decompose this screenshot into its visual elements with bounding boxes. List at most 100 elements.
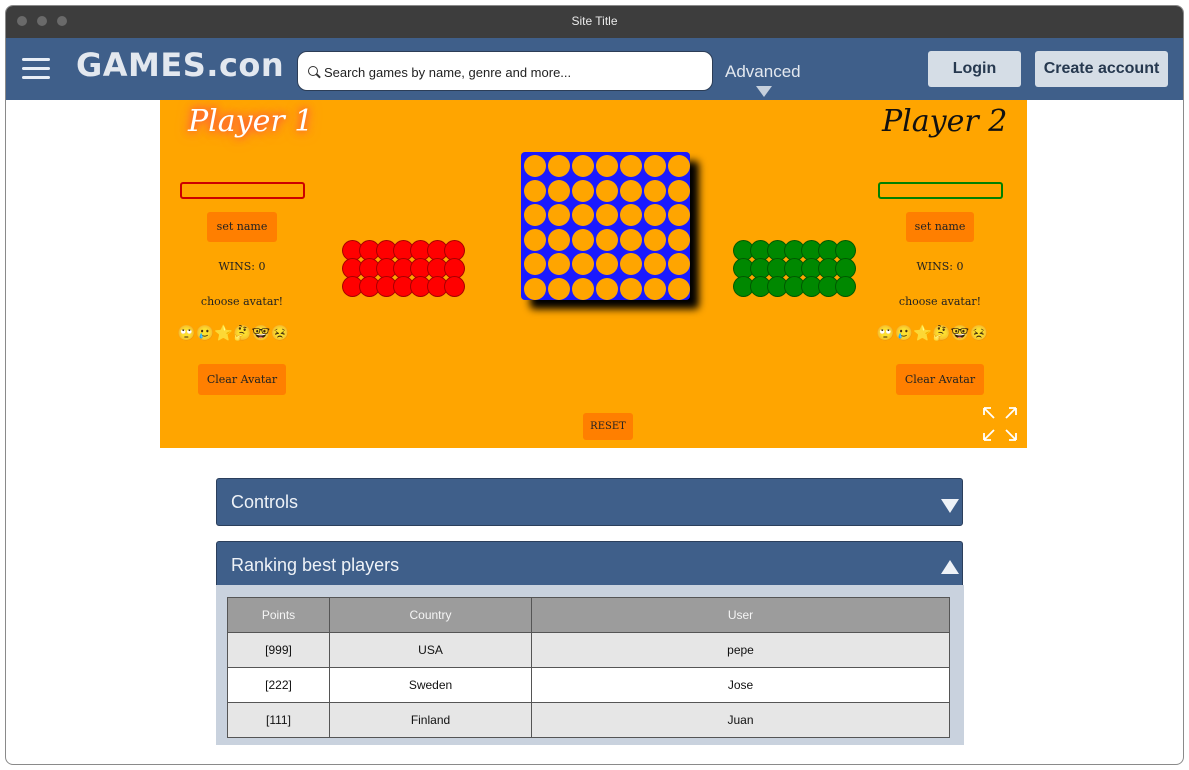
board-slot[interactable] (596, 204, 618, 227)
board-slot[interactable] (620, 278, 642, 300)
board-slot[interactable] (548, 253, 570, 276)
board-slot[interactable] (644, 228, 666, 251)
board-slot[interactable] (524, 253, 546, 276)
board-slot[interactable] (668, 253, 690, 276)
avatar-persevere-icon[interactable]: 😣 (270, 325, 289, 342)
board-slot[interactable] (572, 278, 594, 300)
site-logo[interactable]: GAMES.con (76, 46, 284, 84)
login-button[interactable]: Login (928, 51, 1021, 87)
search-input[interactable] (322, 52, 706, 92)
board-slot[interactable] (620, 179, 642, 202)
board-slot[interactable] (668, 204, 690, 227)
points-cell: [111] (227, 702, 330, 738)
create-account-button[interactable]: Create account (1035, 51, 1168, 87)
board-slot[interactable] (644, 179, 666, 202)
board-slot[interactable] (620, 253, 642, 276)
player1-chip-pile[interactable] (342, 240, 467, 297)
column-header-user[interactable]: User (531, 597, 950, 633)
table-row: [222] Sweden Jose (227, 667, 950, 703)
board-slot[interactable] (620, 155, 642, 177)
board-slot[interactable] (548, 179, 570, 202)
reset-button[interactable]: RESET (583, 413, 633, 440)
board-slot[interactable] (620, 204, 642, 227)
player1-avatar-options: 🙄🥲⭐🤔🤓😣 (177, 324, 289, 342)
table-row: [111] Finland Juan (227, 702, 950, 738)
board-slot[interactable] (668, 155, 690, 177)
points-cell: [999] (227, 632, 330, 668)
avatar-eyeroll-icon[interactable]: 🙄 (876, 325, 895, 342)
avatar-nerd-icon[interactable]: 🤓 (951, 325, 970, 342)
avatar-tear-smile-icon[interactable]: 🥲 (196, 325, 215, 342)
user-cell: pepe (531, 632, 950, 668)
user-cell: Juan (531, 702, 950, 738)
board-slot[interactable] (548, 228, 570, 251)
board-slot[interactable] (548, 155, 570, 177)
board-slot[interactable] (620, 228, 642, 251)
avatar-persevere-icon[interactable]: 😣 (969, 325, 988, 342)
board-slot[interactable] (668, 179, 690, 202)
collapse-chevron-up-icon[interactable] (941, 560, 959, 574)
ranking-panel-body: Points Country User [999] USA pepe [222]… (216, 585, 964, 745)
country-cell: USA (329, 632, 532, 668)
avatar-star-icon[interactable]: ⭐ (913, 325, 932, 342)
player2-chip-pile[interactable] (733, 240, 858, 297)
browser-window: Site Title GAMES.con Advanced Login Crea… (5, 5, 1184, 765)
avatar-thinking-icon[interactable]: 🤔 (233, 325, 252, 342)
advanced-dropdown-arrow-icon[interactable] (756, 86, 772, 97)
avatar-thinking-icon[interactable]: 🤔 (932, 325, 951, 342)
board-slot[interactable] (524, 204, 546, 227)
board-slot[interactable] (572, 179, 594, 202)
game-board[interactable] (521, 152, 690, 300)
board-slot[interactable] (596, 253, 618, 276)
board-slot[interactable] (524, 228, 546, 251)
avatar-tear-smile-icon[interactable]: 🥲 (895, 325, 914, 342)
expand-icon[interactable] (982, 406, 1018, 442)
player1-name-input[interactable] (180, 182, 305, 199)
board-slot[interactable] (572, 155, 594, 177)
game-chip[interactable] (444, 276, 465, 297)
column-header-points[interactable]: Points (227, 597, 330, 633)
board-slot[interactable] (524, 278, 546, 300)
avatar-nerd-icon[interactable]: 🤓 (252, 325, 271, 342)
board-slot[interactable] (668, 278, 690, 300)
avatar-eyeroll-icon[interactable]: 🙄 (177, 325, 196, 342)
board-slot[interactable] (572, 253, 594, 276)
hamburger-menu-icon[interactable] (22, 58, 50, 80)
board-slot[interactable] (644, 278, 666, 300)
expand-chevron-down-icon[interactable] (941, 499, 959, 513)
top-navbar: GAMES.con Advanced Login Create account (6, 38, 1183, 100)
controls-panel-header[interactable]: Controls (216, 478, 963, 526)
player1-wins: WINS: 0 (218, 260, 266, 273)
board-slot[interactable] (548, 278, 570, 300)
board-slot[interactable] (644, 155, 666, 177)
player2-wins: WINS: 0 (916, 260, 964, 273)
player2-name-input[interactable] (878, 182, 1003, 199)
board-slot[interactable] (596, 155, 618, 177)
search-icon (308, 66, 318, 76)
game-chip[interactable] (835, 276, 856, 297)
board-slot[interactable] (572, 228, 594, 251)
column-header-country[interactable]: Country (329, 597, 532, 633)
board-slot[interactable] (668, 228, 690, 251)
player1-choose-avatar-label: choose avatar! (200, 295, 284, 308)
board-slot[interactable] (524, 155, 546, 177)
ranking-table: Points Country User [999] USA pepe [222]… (227, 597, 950, 738)
player2-set-name-button[interactable]: set name (906, 212, 974, 242)
points-cell: [222] (227, 667, 330, 703)
ranking-panel-header[interactable]: Ranking best players (216, 541, 963, 586)
board-slot[interactable] (596, 228, 618, 251)
connect-four-game: Player 1 set name WINS: 0 choose avatar!… (160, 100, 1027, 448)
player1-set-name-button[interactable]: set name (207, 212, 277, 242)
board-slot[interactable] (524, 179, 546, 202)
board-slot[interactable] (596, 278, 618, 300)
board-slot[interactable] (572, 204, 594, 227)
search-box (297, 51, 713, 92)
advanced-search-link[interactable]: Advanced (725, 62, 801, 82)
board-slot[interactable] (644, 253, 666, 276)
player1-clear-avatar-button[interactable]: Clear Avatar (198, 364, 286, 395)
avatar-star-icon[interactable]: ⭐ (214, 325, 233, 342)
board-slot[interactable] (596, 179, 618, 202)
board-slot[interactable] (644, 204, 666, 227)
player2-clear-avatar-button[interactable]: Clear Avatar (896, 364, 984, 395)
board-slot[interactable] (548, 204, 570, 227)
